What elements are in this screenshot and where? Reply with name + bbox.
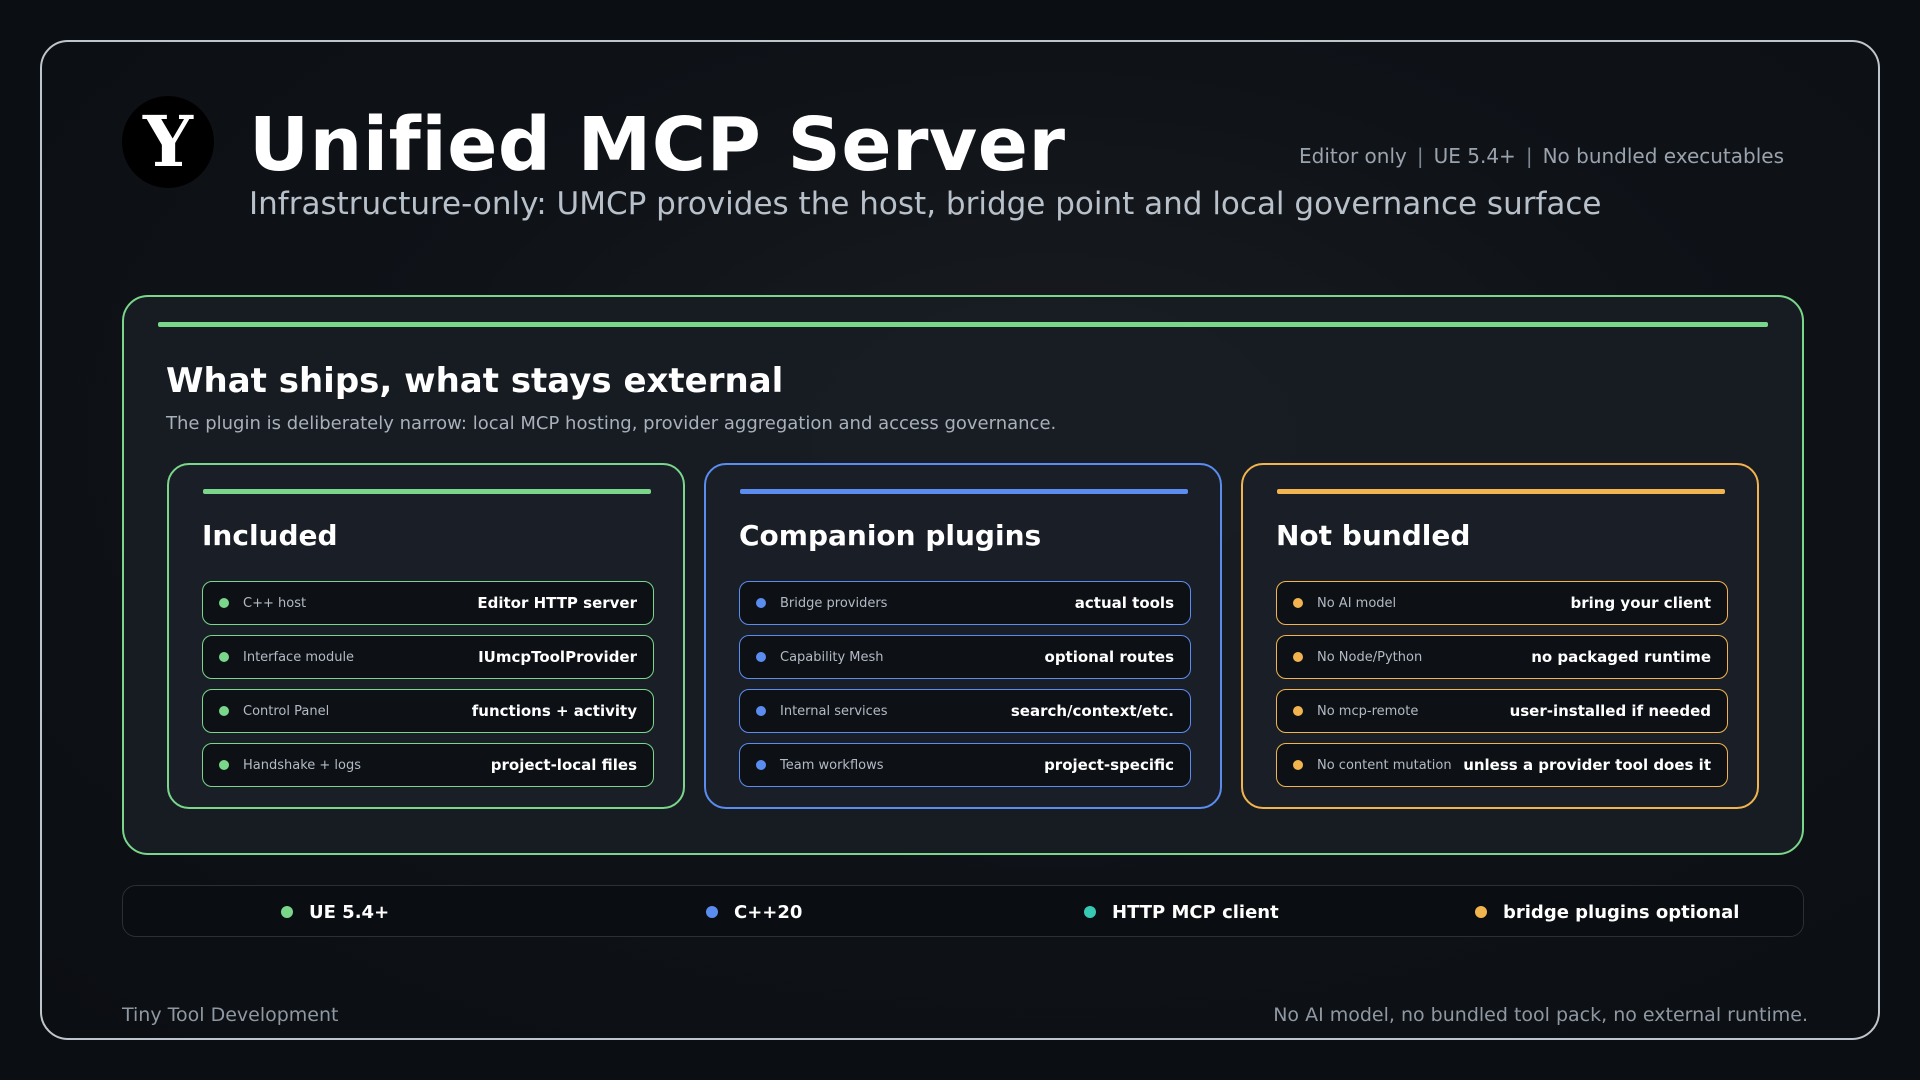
- bullet-dot-icon: [219, 706, 229, 716]
- scope-panel: What ships, what stays external The plug…: [122, 295, 1804, 855]
- chip-http-client: HTTP MCP client: [1084, 886, 1279, 938]
- card-accent-bar: [203, 489, 651, 494]
- card-title: Not bundled: [1276, 519, 1471, 552]
- row-value: user-installed if needed: [1509, 702, 1711, 720]
- tech-strip: UE 5.4+ C++20 HTTP MCP client bridge plu…: [122, 885, 1804, 937]
- bullet-dot-icon: [1293, 706, 1303, 716]
- row-value: no packaged runtime: [1531, 648, 1711, 666]
- row-value: search/context/etc.: [1010, 702, 1174, 720]
- page-subtitle: Infrastructure-only: UMCP provides the h…: [249, 186, 1602, 222]
- meta-no-executables: No bundled executables: [1542, 144, 1784, 168]
- list-item: No Node/Python no packaged runtime: [1276, 635, 1728, 679]
- card-not-bundled: Not bundled No AI model bring your client…: [1241, 463, 1759, 809]
- chip-label: HTTP MCP client: [1112, 901, 1279, 923]
- slide-frame: Y Unified MCP Server Infrastructure-only…: [40, 40, 1880, 1040]
- status-dot-icon: [1475, 906, 1487, 918]
- row-label: C++ host: [243, 595, 307, 611]
- row-label: Internal services: [780, 703, 888, 719]
- row-label: Team workflows: [780, 757, 884, 773]
- list-item: Handshake + logs project-local files: [202, 743, 654, 787]
- row-value: actual tools: [1074, 594, 1174, 612]
- status-dot-icon: [706, 906, 718, 918]
- row-label: Bridge providers: [780, 595, 888, 611]
- card-accent-bar: [1277, 489, 1725, 494]
- card-title: Included: [202, 519, 338, 552]
- footer-brand: Tiny Tool Development: [122, 1004, 339, 1026]
- row-value: bring your client: [1570, 594, 1712, 612]
- card-rows: C++ host Editor HTTP server Interface mod…: [202, 581, 654, 797]
- status-dot-icon: [281, 906, 293, 918]
- chip-label: bridge plugins optional: [1503, 901, 1740, 923]
- panel-title: What ships, what stays external: [166, 361, 784, 401]
- meta-ue-version: UE 5.4+: [1433, 144, 1516, 168]
- card-companion-plugins: Companion plugins Bridge providers actual…: [704, 463, 1222, 809]
- bullet-dot-icon: [1293, 598, 1303, 608]
- list-item: C++ host Editor HTTP server: [202, 581, 654, 625]
- row-value: functions + activity: [471, 702, 637, 720]
- row-label: No mcp-remote: [1317, 703, 1419, 719]
- card-included: Included C++ host Editor HTTP server Inte…: [167, 463, 685, 809]
- bullet-dot-icon: [1293, 760, 1303, 770]
- row-value: Editor HTTP server: [477, 594, 637, 612]
- meta-editor-only: Editor only: [1299, 144, 1407, 168]
- list-item: Interface module IUmcpToolProvider: [202, 635, 654, 679]
- panel-accent-bar: [158, 322, 1768, 327]
- card-rows: No AI model bring your client No Node/Pyt…: [1276, 581, 1728, 797]
- card-rows: Bridge providers actual tools Capability …: [739, 581, 1191, 797]
- row-value: IUmcpToolProvider: [478, 648, 637, 666]
- row-value: project-local files: [490, 756, 637, 774]
- bullet-dot-icon: [756, 760, 766, 770]
- row-label: Interface module: [243, 649, 355, 665]
- bullet-dot-icon: [756, 706, 766, 716]
- list-item: Capability Mesh optional routes: [739, 635, 1191, 679]
- row-value: optional routes: [1044, 648, 1174, 666]
- bullet-dot-icon: [756, 652, 766, 662]
- row-label: Capability Mesh: [780, 649, 884, 665]
- bullet-dot-icon: [1293, 652, 1303, 662]
- list-item: No AI model bring your client: [1276, 581, 1728, 625]
- row-value: project-specific: [1044, 756, 1174, 774]
- row-label: Control Panel: [243, 703, 330, 719]
- chip-label: UE 5.4+: [309, 901, 390, 923]
- footer-note: No AI model, no bundled tool pack, no ex…: [1273, 1004, 1808, 1026]
- bullet-dot-icon: [756, 598, 766, 608]
- list-item: Team workflows project-specific: [739, 743, 1191, 787]
- meta-separator: |: [1525, 144, 1533, 168]
- list-item: Control Panel functions + activity: [202, 689, 654, 733]
- bullet-dot-icon: [219, 598, 229, 608]
- row-label: Handshake + logs: [243, 757, 362, 773]
- meta-separator: |: [1416, 144, 1424, 168]
- bullet-dot-icon: [219, 760, 229, 770]
- row-value: unless a provider tool does it: [1463, 756, 1711, 774]
- logo-letter: Y: [143, 100, 193, 183]
- card-title: Companion plugins: [739, 519, 1042, 552]
- list-item: Bridge providers actual tools: [739, 581, 1191, 625]
- header-meta: Editor only | UE 5.4+ | No bundled executabl…: [1299, 144, 1784, 168]
- card-accent-bar: [740, 489, 1188, 494]
- chip-label: C++20: [734, 901, 803, 923]
- list-item: No content mutation unless a provider too…: [1276, 743, 1728, 787]
- panel-subtitle: The plugin is deliberately narrow: local…: [166, 413, 1057, 434]
- page-title: Unified MCP Server: [249, 102, 1066, 188]
- row-label: No AI model: [1317, 595, 1397, 611]
- status-dot-icon: [1084, 906, 1096, 918]
- list-item: Internal services search/context/etc.: [739, 689, 1191, 733]
- row-label: No Node/Python: [1317, 649, 1423, 665]
- logo-badge: Y: [122, 96, 214, 188]
- chip-cpp-version: C++20: [706, 886, 802, 938]
- bullet-dot-icon: [219, 652, 229, 662]
- chip-ue-version: UE 5.4+: [281, 886, 389, 938]
- list-item: No mcp-remote user-installed if needed: [1276, 689, 1728, 733]
- chip-bridge-plugins: bridge plugins optional: [1475, 886, 1739, 938]
- row-label: No content mutation: [1317, 757, 1452, 773]
